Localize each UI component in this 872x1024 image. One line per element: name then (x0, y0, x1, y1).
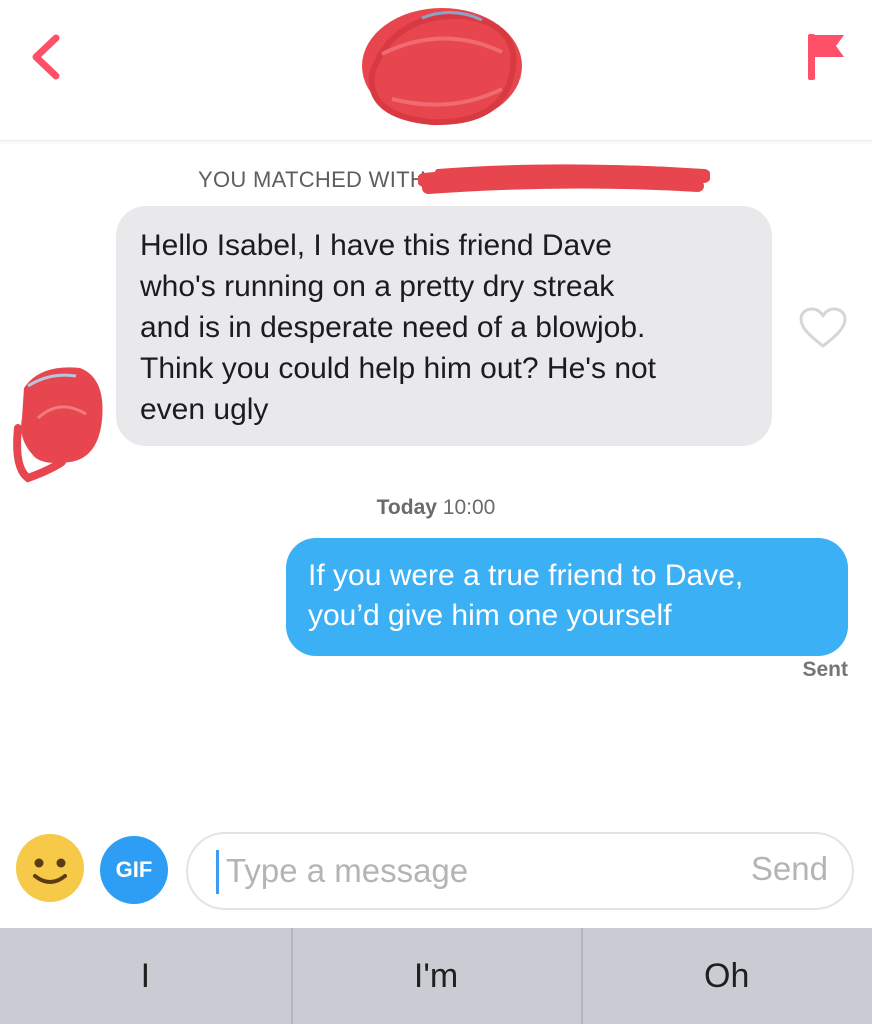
match-avatar-redacted[interactable] (352, 4, 528, 132)
like-message-button[interactable] (798, 306, 848, 350)
suggestion-item[interactable]: I'm (290, 928, 582, 1024)
outgoing-message-bubble[interactable]: If you were a true friend to Dave, you’d… (286, 538, 848, 656)
sender-avatar-redacted[interactable] (10, 358, 108, 484)
heart-outline-icon (799, 307, 847, 348)
outgoing-message-text: If you were a true friend to Dave, you’d… (308, 559, 744, 632)
match-notice: YOU MATCHED WITH (198, 164, 426, 196)
send-button[interactable]: Send (751, 850, 828, 888)
incoming-message-bubble[interactable]: Hello Isabel, I have this friend Dave wh… (116, 206, 772, 446)
message-timestamp: Today 10:00 (0, 496, 872, 520)
flag-icon (808, 34, 844, 80)
suggestion-item[interactable]: Oh (581, 928, 872, 1024)
match-name-redacted (417, 160, 711, 202)
sent-status: Sent (802, 658, 848, 681)
gif-button[interactable]: GIF (100, 836, 168, 904)
report-flag-button[interactable] (800, 28, 852, 84)
timestamp-day: Today (376, 496, 437, 519)
text-caret (216, 850, 219, 894)
incoming-message-text: Hello Isabel, I have this friend Dave wh… (140, 229, 657, 426)
suggestion-item[interactable]: I (0, 928, 291, 1024)
message-input[interactable] (226, 842, 706, 900)
chat-screen: YOU MATCHED WITH Hello Isabel, I have th… (0, 0, 872, 1024)
message-compose-field[interactable]: Send (186, 832, 854, 910)
back-button[interactable] (22, 28, 78, 84)
timestamp-time: 10:00 (442, 496, 496, 519)
chevron-left-icon (32, 34, 60, 80)
match-notice-text: YOU MATCHED WITH (198, 167, 427, 192)
smiley-face-icon (16, 834, 84, 902)
emoji-button[interactable] (14, 832, 86, 904)
keyboard-suggestion-bar: I I'm Oh (0, 928, 872, 1024)
chat-header (0, 0, 872, 141)
